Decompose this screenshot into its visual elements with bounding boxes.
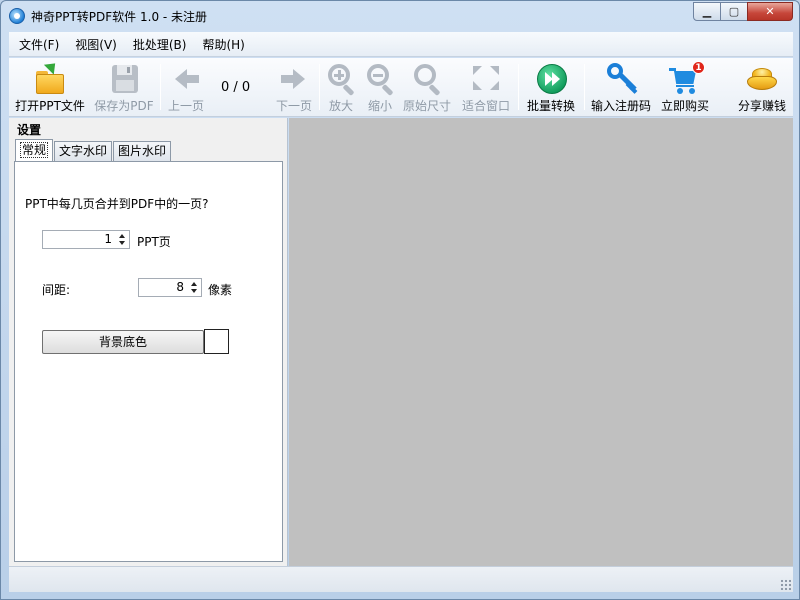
page-counter: 0 / 0 [221,80,251,95]
toolbar-separator [160,64,161,110]
spinner-arrows-icon[interactable] [117,232,127,247]
cart-badge: 1 [692,61,705,74]
zoom-in-icon [324,62,358,97]
prev-page-label: 上一页 [167,99,204,113]
open-ppt-button[interactable]: 打开PPT文件 [14,58,86,114]
tab-general[interactable]: 常规 [15,139,54,161]
original-size-label: 原始尺寸 [402,99,451,113]
toolbar: 打开PPT文件 保存为PDF 上一页 0 / 0 下一页 放大 缩小 原始尺寸 … [9,58,793,117]
original-size-button[interactable]: 原始尺寸 [402,62,452,114]
open-ppt-label: 打开PPT文件 [15,99,85,113]
menu-bar: 文件(F) 视图(V) 批处理(B) 帮助(H) [9,32,793,57]
save-pdf-button[interactable]: 保存为PDF [93,62,155,114]
app-window: 神奇PPT转PDF软件 1.0 - 未注册 ▁ ▢ ✕ 文件(F) 视图(V) … [0,0,800,600]
menu-batch[interactable]: 批处理(B) [127,36,193,53]
tab-image-watermark[interactable]: 图片水印 [113,141,172,161]
batch-convert-label: 批量转换 [526,99,575,113]
folder-open-icon [33,58,67,94]
enter-registration-label: 输入注册码 [590,99,651,113]
pages-per-sheet-question: PPT中每几页合并到PDF中的一页? [25,197,209,211]
settings-panel: 设置 常规 文字水印 图片水印 PPT中每几页合并到PDF中的一页? 1 PPT… [9,118,288,566]
tab-image-watermark-label: 图片水印 [118,144,167,158]
toolbar-separator [518,64,519,110]
close-icon: ✕ [765,5,775,18]
buy-now-button[interactable]: 1 立即购买 [659,61,711,114]
close-button[interactable]: ✕ [747,2,793,21]
spacing-value: 8 [176,280,184,294]
general-tab-content: PPT中每几页合并到PDF中的一页? 1 PPT页 间距: 8 像素 背景底色 [14,161,283,562]
tab-text-watermark-label: 文字水印 [59,144,108,158]
zoom-out-label: 缩小 [367,99,392,113]
status-bar [9,566,793,592]
next-page-button[interactable]: 下一页 [273,62,315,114]
gold-ingot-icon [745,62,779,94]
menu-view[interactable]: 视图(V) [69,36,123,53]
window-controls: ▁ ▢ ✕ [693,2,793,21]
magnifier-icon [410,62,444,97]
toolbar-separator [319,64,320,110]
batch-convert-button[interactable]: 批量转换 [524,62,578,114]
shopping-cart-icon: 1 [668,61,705,94]
zoom-out-icon [363,62,397,97]
buy-now-label: 立即购买 [660,99,709,113]
fit-window-label: 适合窗口 [461,99,510,113]
spinner-arrows-icon[interactable] [189,280,199,295]
tab-general-label: 常规 [20,142,49,158]
pages-unit-label: PPT页 [137,235,171,249]
prev-page-button[interactable]: 上一页 [165,62,207,114]
tab-text-watermark[interactable]: 文字水印 [54,141,113,161]
arrow-left-icon [169,62,203,94]
pages-per-sheet-value: 1 [104,232,112,246]
background-color-button[interactable]: 背景底色 [42,330,204,354]
spacing-stepper[interactable]: 8 [138,278,202,297]
menu-file[interactable]: 文件(F) [13,36,65,53]
key-icon [604,62,638,94]
pages-per-sheet-stepper[interactable]: 1 [42,230,130,249]
fit-window-button[interactable]: 适合窗口 [461,62,511,114]
next-page-label: 下一页 [275,99,312,113]
save-pdf-label: 保存为PDF [94,99,154,113]
zoom-in-button[interactable]: 放大 [323,62,359,114]
app-logo-icon [9,8,25,24]
minimize-button[interactable]: ▁ [693,2,721,21]
enter-registration-button[interactable]: 输入注册码 [589,62,653,114]
arrow-right-icon [277,62,311,94]
share-earn-label: 分享赚钱 [737,99,786,113]
maximize-button[interactable]: ▢ [720,2,748,21]
toolbar-separator [584,64,585,110]
preview-area[interactable] [289,118,793,566]
minimize-icon: ▁ [702,5,712,18]
menu-help[interactable]: 帮助(H) [196,36,250,53]
background-color-swatch[interactable] [204,329,229,354]
fast-forward-icon [534,62,568,94]
resize-grip-icon[interactable] [780,579,791,590]
settings-title: 设置 [17,123,42,137]
title-bar[interactable]: 神奇PPT转PDF软件 1.0 - 未注册 ▁ ▢ ✕ [1,1,799,31]
spacing-unit-label: 像素 [208,283,233,297]
zoom-in-label: 放大 [328,99,353,113]
window-title: 神奇PPT转PDF软件 1.0 - 未注册 [31,10,208,24]
floppy-disk-icon [107,62,141,94]
share-earn-button[interactable]: 分享赚钱 [735,62,789,114]
maximize-icon: ▢ [728,5,740,18]
fit-window-icon [469,62,503,94]
settings-tabs: 常规 文字水印 图片水印 [15,139,172,161]
zoom-out-button[interactable]: 缩小 [362,62,398,114]
spacing-label: 间距: [42,283,71,297]
